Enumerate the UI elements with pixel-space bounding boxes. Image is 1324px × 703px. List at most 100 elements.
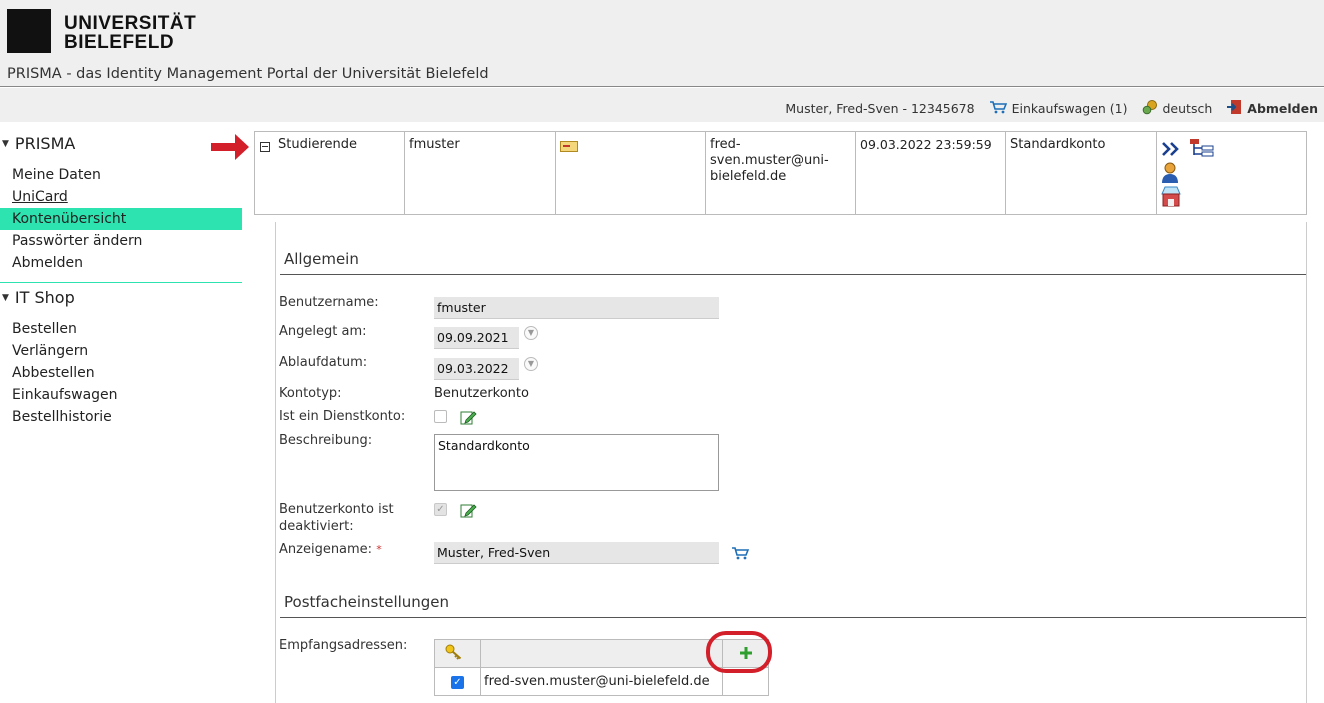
account-description: Standardkonto [1010, 137, 1106, 152]
primary-cell: ✓ [434, 667, 481, 696]
username-field: fmuster [434, 297, 719, 319]
sidebar-item-bestellhistorie[interactable]: Bestellhistorie [0, 406, 242, 428]
sidebar-item-abbestellen[interactable]: Abbestellen [0, 362, 242, 384]
user-name: Muster, Fred-Sven - 12345678 [785, 101, 975, 116]
account-row[interactable]: Studierende fmuster fred-sven.muster@uni… [254, 131, 1307, 215]
section-divider [280, 274, 1306, 275]
expiry-label: Ablaufdatum: [279, 355, 368, 370]
created-label: Angelegt am: [279, 324, 367, 339]
double-chevron-right-icon[interactable] [1161, 141, 1181, 162]
cart-link[interactable]: Einkaufswagen (1) [989, 100, 1128, 117]
address-column-header [480, 639, 723, 668]
university-logo-block [7, 9, 51, 53]
disabled-label-line1: Benutzerkonto ist [279, 502, 394, 517]
sidebar-item-label: Abbestellen [12, 365, 95, 381]
cart-icon[interactable] [731, 546, 750, 564]
created-date-picker-icon[interactable]: ▼ [524, 326, 538, 340]
user-bar: Muster, Fred-Sven - 12345678 Einkaufswag… [0, 88, 1324, 122]
service-account-label: Ist ein Dienstkonto: [279, 409, 406, 424]
account-detail-panel: Allgemein Benutzername: fmuster Angelegt… [275, 222, 1307, 703]
disabled-label: Benutzerkonto ist deaktiviert: [279, 501, 394, 535]
sidebar-item-label: Passwörter ändern [12, 233, 143, 249]
sidebar-item-unicard[interactable]: UniCard [0, 186, 242, 208]
account-type-value: Benutzerkonto [434, 386, 529, 401]
account-type: Studierende [278, 137, 357, 152]
created-date-field[interactable]: 09.09.2021 [434, 327, 519, 349]
university-logo-text: UNIVERSITÄT BIELEFELD [64, 14, 196, 52]
sidebar-item-label: Abmelden [12, 255, 83, 271]
section-title-itshop: IT Shop [14, 288, 75, 307]
key-icon [445, 644, 463, 664]
language-icon [1142, 99, 1158, 118]
language-link[interactable]: deutsch [1142, 99, 1213, 118]
collapse-icon[interactable] [260, 142, 270, 152]
sidebar-section-prisma[interactable]: ▼ PRISMA [0, 134, 75, 153]
section-title-allgemein: Allgemein [284, 250, 359, 268]
sidebar-section-itshop[interactable]: ▼ IT Shop [0, 288, 75, 307]
caret-down-icon: ▼ [2, 292, 9, 303]
language-label: deutsch [1162, 101, 1213, 116]
mail-status-icon [560, 141, 578, 157]
receive-addresses-label: Empfangsadressen: [279, 638, 408, 653]
display-name-label: Anzeigename: * [279, 541, 382, 558]
sidebar-item-abmelden[interactable]: Abmelden [0, 252, 242, 274]
service-account-checkbox[interactable] [434, 410, 447, 423]
display-name-label-text: Anzeigename: [279, 542, 373, 557]
account-description-cell: Standardkonto [1006, 132, 1157, 214]
account-username: fmuster [409, 137, 460, 152]
shop-icon[interactable] [1159, 184, 1183, 213]
account-email-cell: fred-sven.muster@uni- bielefeld.de [706, 132, 856, 214]
username-label: Benutzername: [279, 295, 379, 310]
sidebar-item-label: UniCard [12, 189, 68, 205]
sidebar-item-meine-daten[interactable]: Meine Daten [0, 164, 242, 186]
logout-icon [1226, 99, 1242, 118]
cart-label: Einkaufswagen (1) [1011, 101, 1128, 116]
account-type-label: Kontotyp: [279, 386, 342, 401]
account-email-line2: bielefeld.de [710, 169, 787, 184]
account-actions-cell [1157, 132, 1306, 214]
display-name-field[interactable]: Muster, Fred-Sven [434, 542, 719, 564]
sidebar-item-label: Bestellen [12, 321, 77, 337]
expiry-date-picker-icon[interactable]: ▼ [524, 357, 538, 371]
header: UNIVERSITÄT BIELEFELD PRISMA - das Ident… [0, 0, 1324, 87]
sidebar-item-passwoerter-aendern[interactable]: Passwörter ändern [0, 230, 242, 252]
sidebar-item-label: Einkaufswagen [12, 387, 118, 403]
disabled-checkbox[interactable]: ✓ [434, 503, 447, 516]
highlight-circle [706, 631, 772, 673]
edit-icon[interactable] [460, 409, 477, 429]
sidebar-item-label: Bestellhistorie [12, 409, 112, 425]
portal-title: PRISMA - das Identity Management Portal … [7, 66, 489, 82]
hierarchy-icon[interactable] [1189, 138, 1215, 163]
sidebar-item-verlaengern[interactable]: Verlängern [0, 340, 242, 362]
caret-down-icon: ▼ [2, 138, 9, 149]
expiry-date-field[interactable]: 09.03.2022 [434, 358, 519, 380]
logo-line-2: BIELEFELD [64, 32, 175, 53]
account-expiry: 09.03.2022 23:59:59 [860, 137, 992, 152]
disabled-label-line2: deaktiviert: [279, 519, 354, 534]
required-marker: * [376, 543, 382, 556]
address-cell: fred-sven.muster@uni-bielefeld.de [480, 667, 723, 696]
logout-link[interactable]: Abmelden [1226, 99, 1318, 118]
logout-label: Abmelden [1247, 101, 1318, 116]
logo-line-1: UNIVERSITÄT [64, 13, 197, 34]
red-arrow-icon [209, 131, 251, 167]
account-email-line1: fred-sven.muster@uni- [710, 137, 829, 168]
description-textarea[interactable]: Standardkonto [434, 434, 719, 491]
primary-column-header [434, 639, 481, 668]
primary-address-checkbox[interactable]: ✓ [451, 676, 464, 689]
account-expiry-cell: 09.03.2022 23:59:59 [856, 132, 1006, 214]
sidebar-item-label: Kontenübersicht [12, 211, 127, 227]
section-title-postfach: Postfacheinstellungen [284, 593, 450, 611]
cart-icon [989, 100, 1007, 117]
sidebar-divider [0, 282, 242, 283]
section-divider [280, 617, 1306, 618]
sidebar-item-kontenuebersicht[interactable]: Kontenübersicht [0, 208, 242, 230]
edit-icon[interactable] [460, 502, 477, 522]
description-label: Beschreibung: [279, 433, 373, 448]
section-title-prisma: PRISMA [14, 134, 76, 153]
sidebar-item-bestellen[interactable]: Bestellen [0, 318, 242, 340]
sidebar-item-label: Meine Daten [12, 167, 101, 183]
account-type-cell: Studierende [255, 132, 405, 214]
account-username-cell: fmuster [405, 132, 556, 214]
sidebar-item-einkaufswagen[interactable]: Einkaufswagen [0, 384, 242, 406]
